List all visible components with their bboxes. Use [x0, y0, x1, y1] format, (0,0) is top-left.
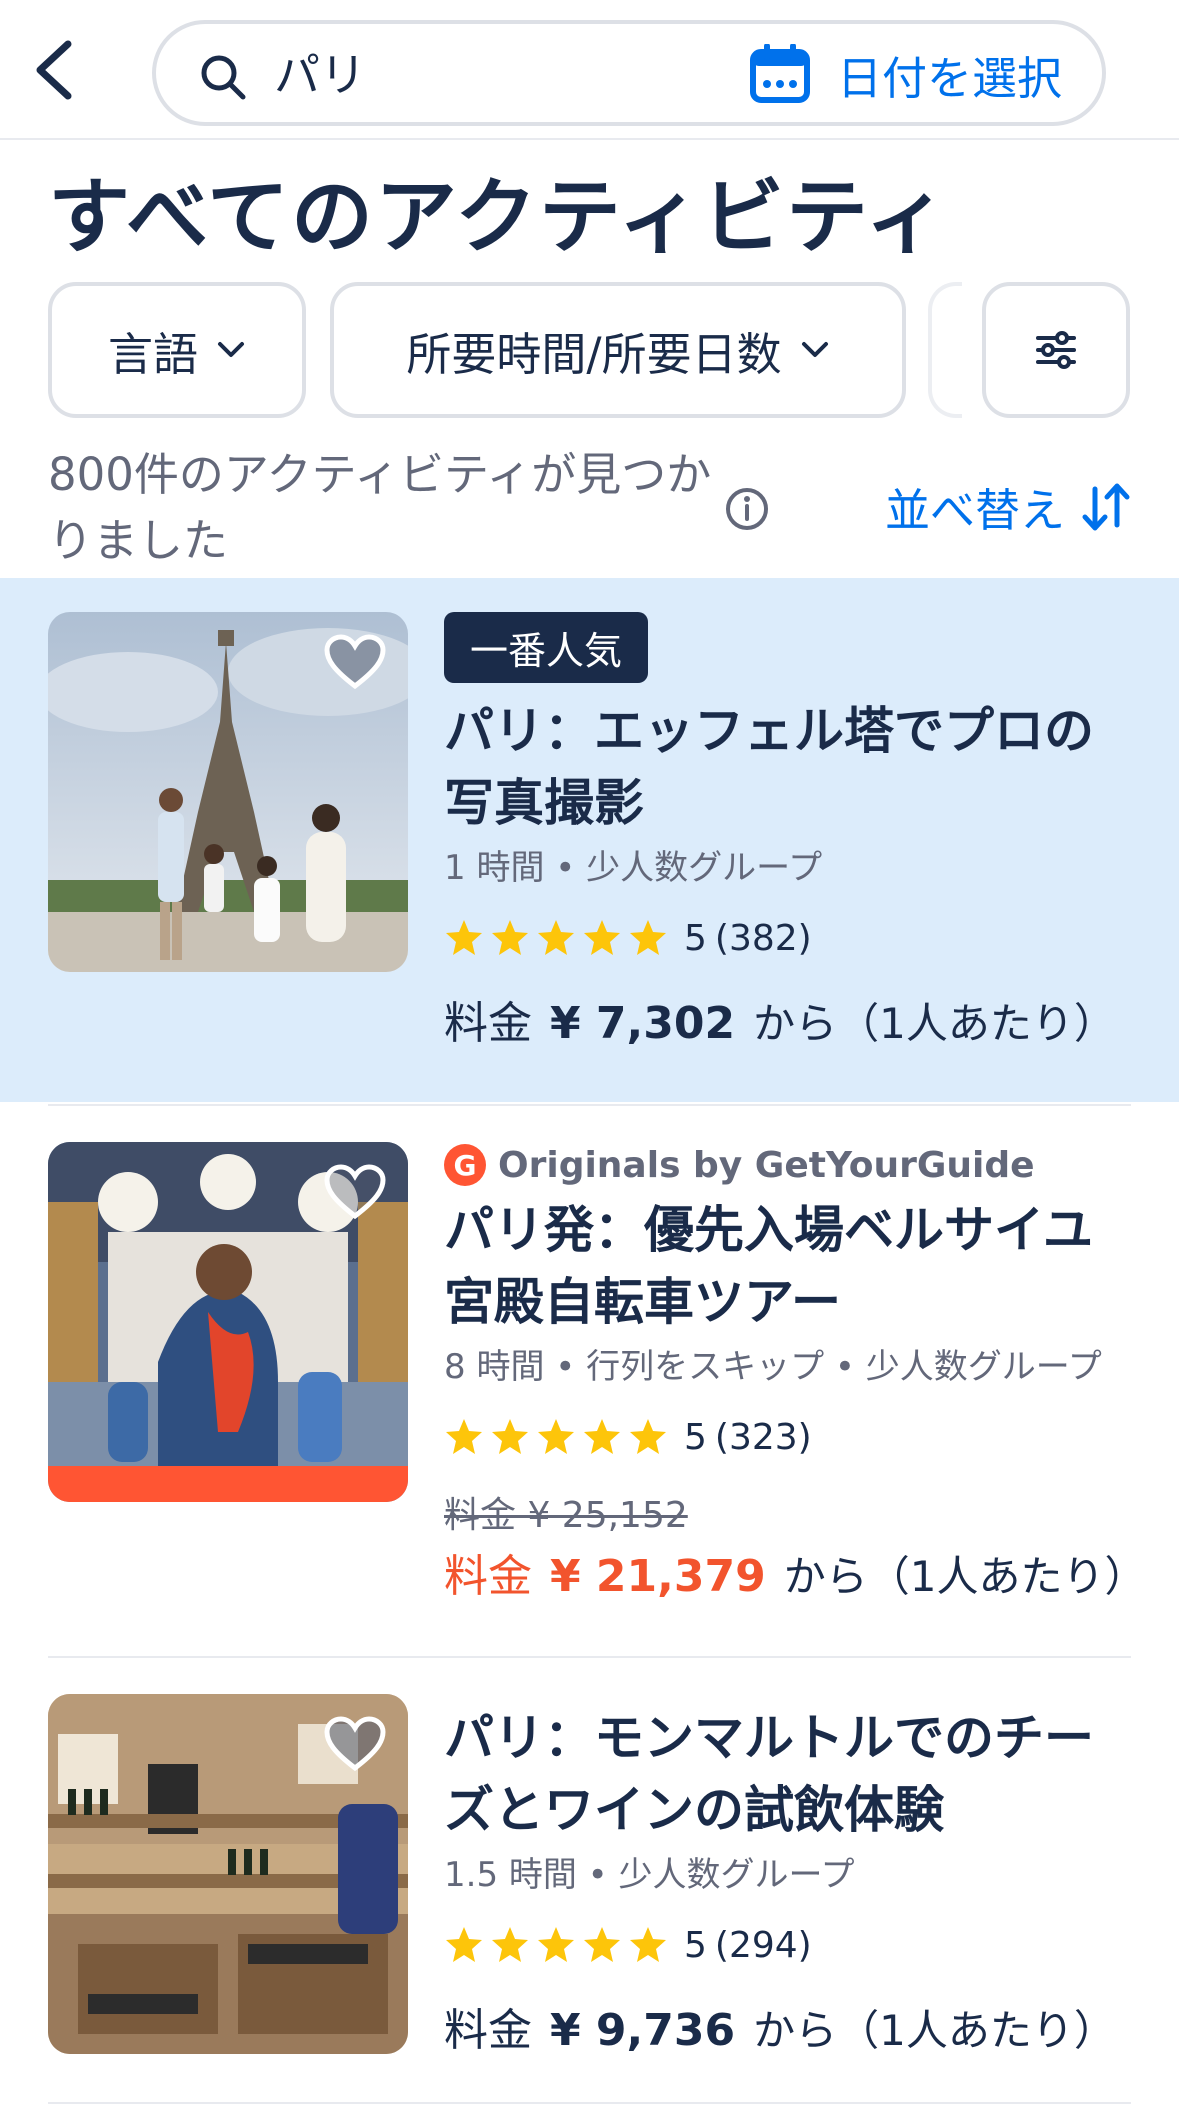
price-label: 料金	[444, 1551, 532, 1602]
activity-title[interactable]: パリ：エッフェル塔でプロの写真撮影	[444, 695, 1139, 839]
activity-title[interactable]: パリ：モンマルトルでのチーズとワインの試飲体験	[444, 1702, 1139, 1846]
star-icon	[446, 1927, 482, 1962]
getyourguide-logo-icon: G	[444, 1144, 486, 1186]
star-icon	[630, 1419, 666, 1454]
price-value: ¥ 9,736	[550, 2005, 736, 2056]
review-count: (382)	[714, 917, 812, 959]
heart-icon[interactable]	[324, 1716, 386, 1772]
back-button[interactable]	[14, 30, 94, 110]
page-title: すべてのアクティビティ	[48, 170, 950, 265]
activity-card[interactable]: 一番人気 パリ：エッフェル塔でプロの写真撮影 1 時間 • 少人数グループ 5 …	[0, 578, 1179, 1102]
originals-text: Originals by GetYourGuide	[498, 1144, 1035, 1186]
star-icon	[538, 920, 574, 955]
activity-card[interactable]: パリ：モンマルトルでのチーズとワインの試飲体験 1.5 時間 • 少人数グループ…	[0, 1658, 1179, 2108]
rating: 5 (323)	[444, 1410, 1139, 1464]
star-icon	[538, 1419, 574, 1454]
sale-price: 料金 ¥ 21,379 から（1人あたり）	[444, 1540, 1146, 1604]
filter-settings-button[interactable]	[982, 282, 1130, 418]
original-price: 料金 ¥ 25,152	[444, 1495, 688, 1536]
rating: 5 (294)	[444, 1918, 1139, 1972]
date-picker-button[interactable]: 日付を選択	[749, 38, 1062, 110]
price-suffix: から（1人あたり）	[753, 999, 1116, 1048]
info-icon[interactable]	[724, 486, 770, 532]
divider	[48, 2102, 1131, 2104]
badge-most-popular: 一番人気	[444, 612, 649, 683]
chevron-down-icon	[218, 342, 244, 357]
star-rating	[444, 918, 668, 958]
search-query[interactable]: パリ	[274, 44, 366, 106]
filter-label: 所要時間/所要日数	[406, 327, 782, 381]
activity-image[interactable]	[48, 612, 408, 972]
date-label: 日付を選択	[836, 51, 1062, 105]
activity-image[interactable]	[48, 1142, 408, 1502]
rating-value: 5	[684, 917, 707, 959]
top-bar: パリ 日付を選択	[0, 0, 1179, 140]
price-value: ¥ 7,302	[550, 998, 736, 1049]
filter-duration[interactable]: 所要時間/所要日数	[330, 282, 906, 418]
star-icon	[492, 1419, 528, 1454]
calendar-icon	[749, 44, 810, 103]
rating-value: 5	[684, 1416, 707, 1458]
price-label: 料金	[444, 998, 532, 1049]
star-icon	[630, 920, 666, 955]
activity-info: 一番人気 パリ：エッフェル塔でプロの写真撮影 1 時間 • 少人数グループ 5 …	[444, 612, 1139, 1051]
price-suffix: から（1人あたり）	[783, 1552, 1147, 1601]
rating: 5 (382)	[444, 911, 1139, 965]
activity-card[interactable]: G Originals by GetYourGuide パリ発：優先入場ベルサイ…	[0, 1106, 1179, 1654]
result-count: 800件のアクティビティが見つかりました	[48, 448, 712, 567]
price-label: 料金	[444, 2005, 532, 2056]
activity-image[interactable]	[48, 1694, 408, 2054]
star-rating	[444, 1417, 668, 1457]
review-count: (323)	[714, 1416, 812, 1458]
activity-info: パリ：モンマルトルでのチーズとワインの試飲体験 1.5 時間 • 少人数グループ…	[444, 1702, 1139, 2058]
originals-label: G Originals by GetYourGuide	[444, 1140, 1139, 1190]
review-count: (294)	[714, 1924, 812, 1966]
price: 料金 ¥ 7,302 から（1人あたり）	[444, 987, 1139, 1051]
star-icon	[584, 920, 620, 955]
heart-icon[interactable]	[324, 634, 386, 690]
search-icon	[201, 55, 246, 100]
activity-meta: 1.5 時間 • 少人数グループ	[444, 1855, 855, 1895]
sort-label: 並べ替え	[884, 484, 1065, 537]
filter-language[interactable]: 言語	[48, 282, 306, 418]
activity-meta: 1 時間 • 少人数グループ	[444, 848, 823, 888]
chevron-left-icon	[36, 40, 72, 100]
filter-label: 言語	[107, 327, 198, 381]
sliders-icon	[1036, 331, 1076, 369]
price-suffix: から（1人あたり）	[753, 2006, 1116, 2055]
activity-title[interactable]: パリ発：優先入場ベルサイユ宮殿自転車ツアー	[444, 1194, 1139, 1338]
price: 料金 ¥ 9,736 から（1人あたり）	[444, 1994, 1139, 2058]
activity-meta: 8 時間 • 行列をスキップ • 少人数グループ	[444, 1347, 1102, 1387]
search-bar[interactable]: パリ 日付を選択	[152, 20, 1106, 126]
sort-button[interactable]: 並べ替え	[885, 474, 1131, 539]
price-value: ¥ 21,379	[550, 1551, 766, 1602]
filter-bar: 言語 所要時間/所要日数	[0, 282, 1179, 420]
star-icon	[538, 1927, 574, 1962]
rating-value: 5	[684, 1924, 707, 1966]
activity-info: G Originals by GetYourGuide パリ発：優先入場ベルサイ…	[444, 1140, 1146, 1604]
star-icon	[584, 1927, 620, 1962]
sort-arrows-icon	[1082, 483, 1130, 530]
star-icon	[446, 920, 482, 955]
chevron-down-icon	[801, 342, 828, 357]
star-icon	[584, 1419, 620, 1454]
star-icon	[492, 920, 528, 955]
star-icon	[630, 1927, 666, 1962]
filter-chip-partial[interactable]	[928, 282, 962, 418]
star-icon	[446, 1419, 482, 1454]
heart-icon[interactable]	[324, 1164, 386, 1220]
star-icon	[492, 1927, 528, 1962]
star-rating	[444, 1925, 668, 1965]
